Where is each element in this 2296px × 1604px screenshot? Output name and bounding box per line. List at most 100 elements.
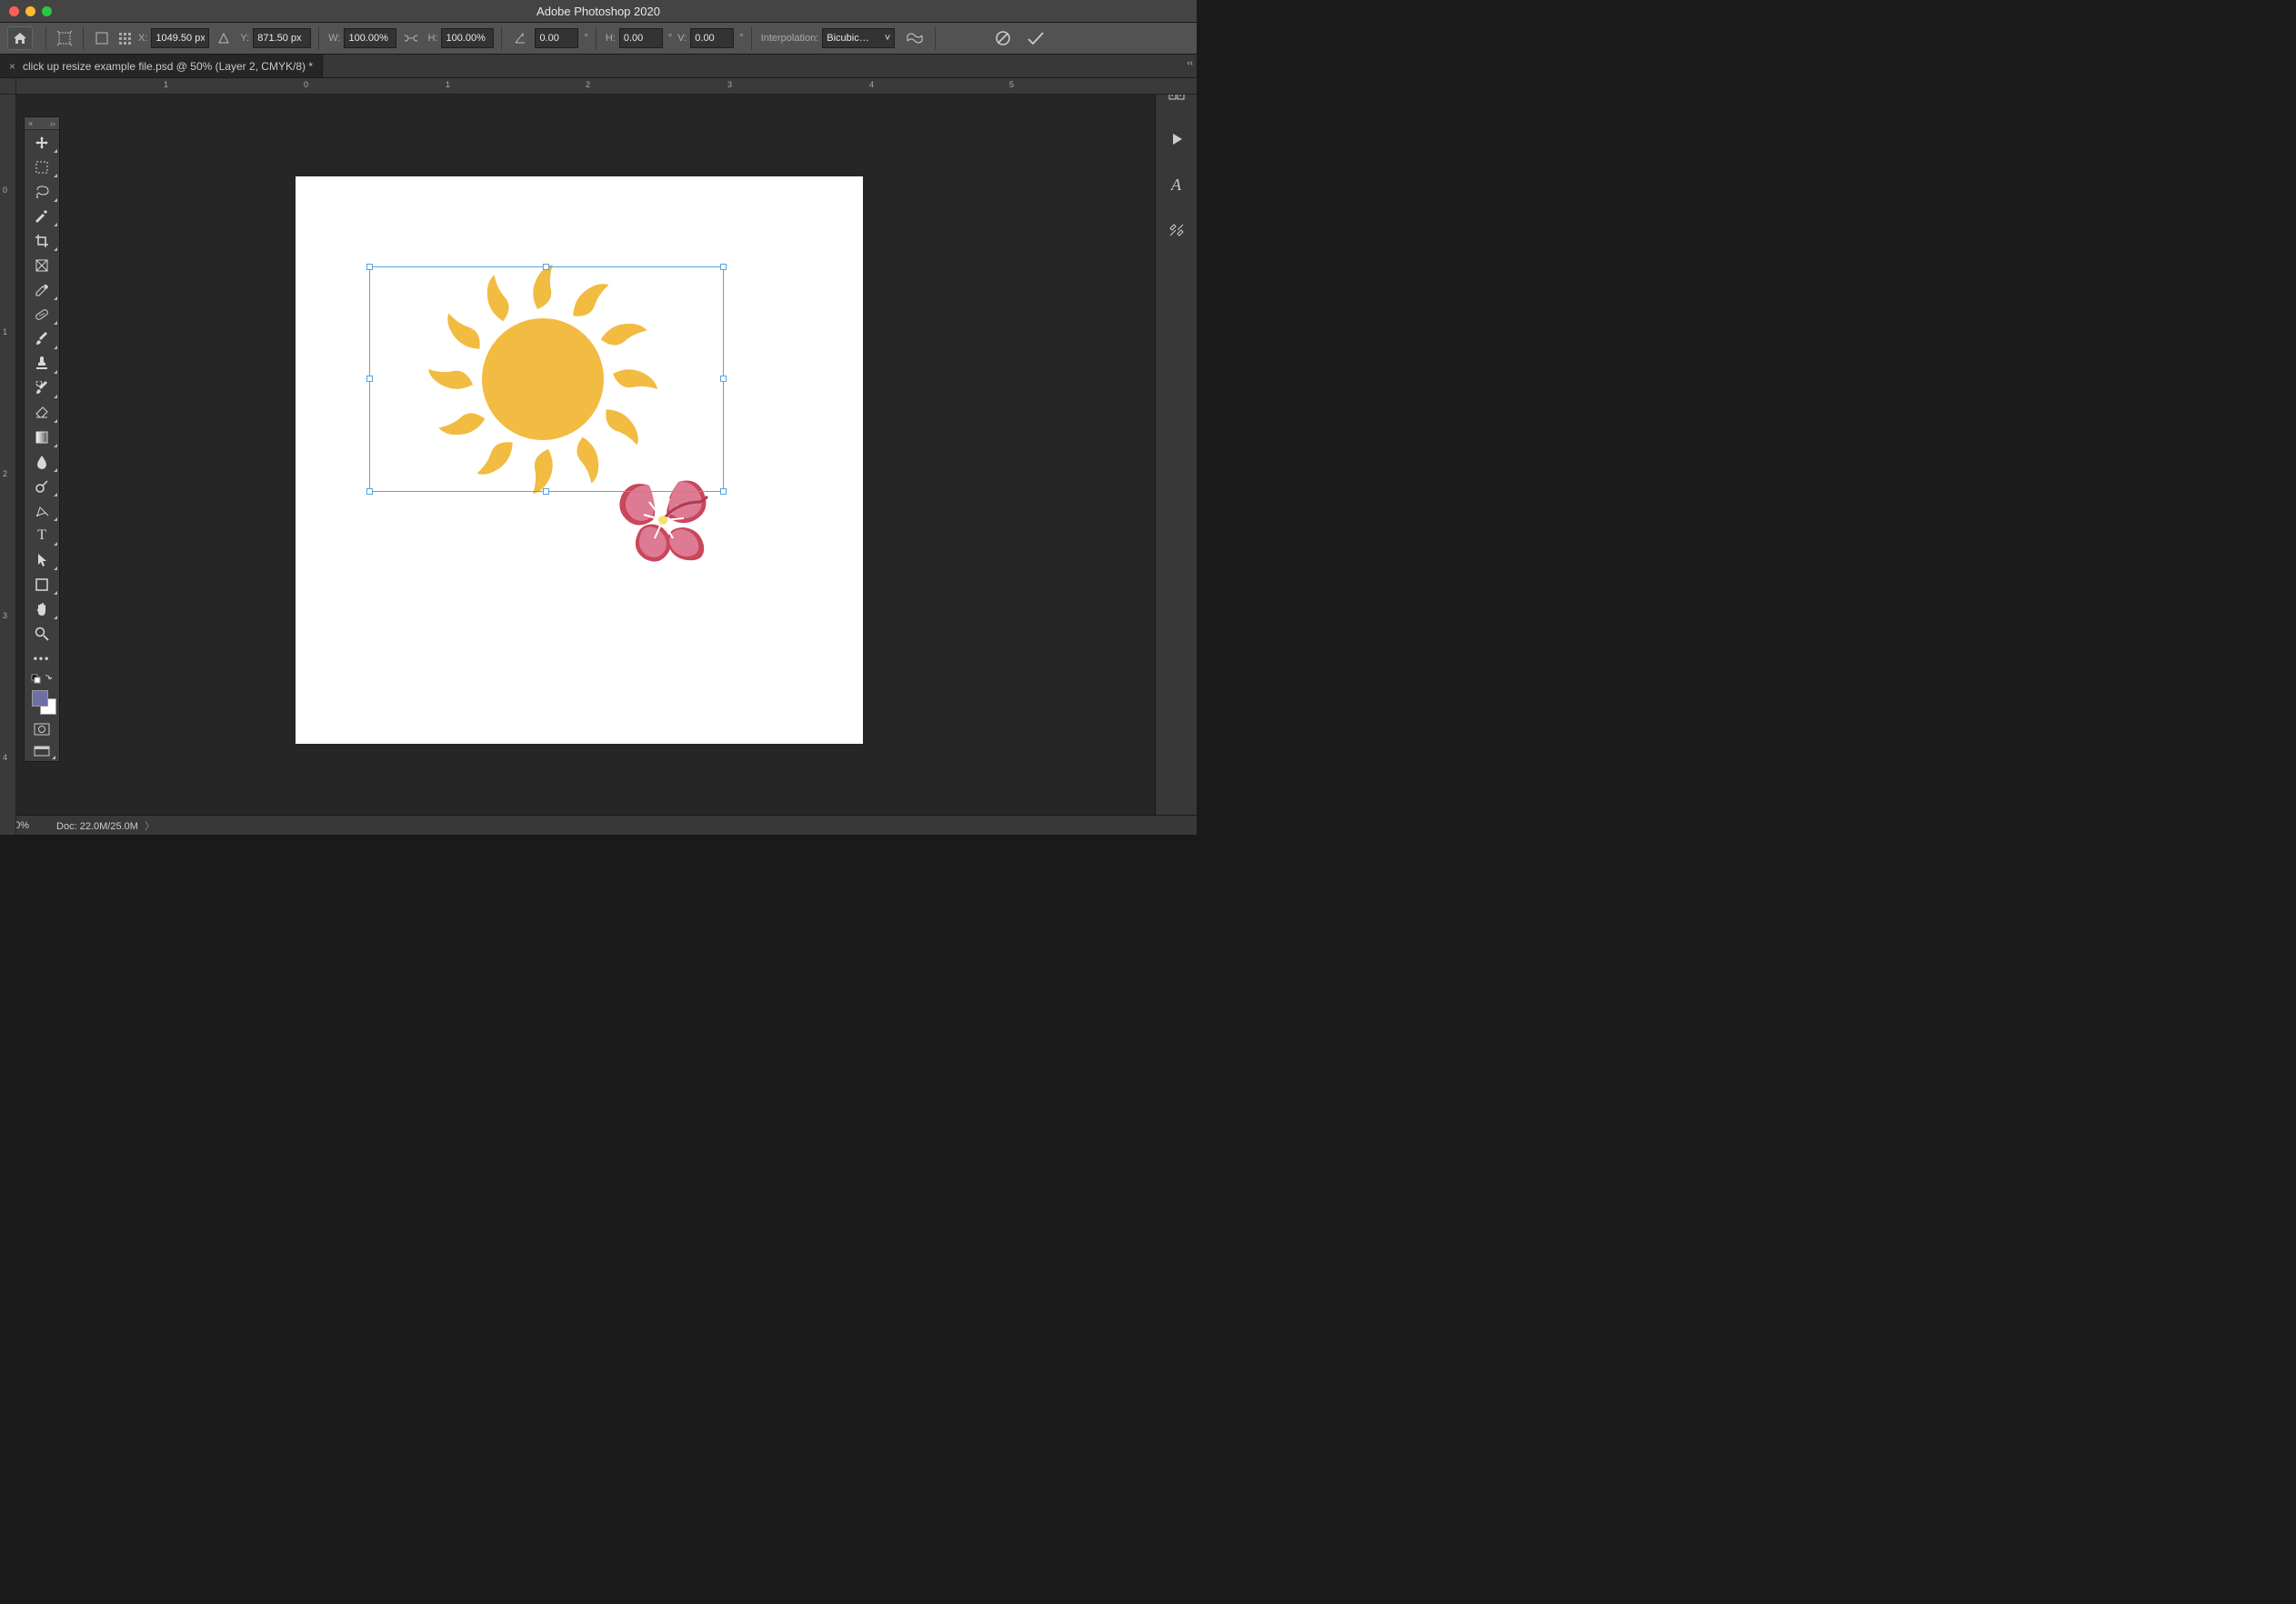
clone-stamp-tool[interactable] <box>25 351 59 376</box>
transform-handle-mr[interactable] <box>720 376 727 382</box>
document-tab-label: click up resize example file.psd @ 50% (… <box>23 60 313 73</box>
skew-h-field[interactable] <box>619 28 663 48</box>
color-swatches[interactable] <box>25 687 59 717</box>
gradient-tool[interactable] <box>25 425 59 449</box>
rotate-field[interactable] <box>535 28 578 48</box>
separator <box>45 26 46 50</box>
tools-panel-header[interactable]: × ›› <box>25 117 59 130</box>
tools-panel[interactable]: × ›› T ••• <box>24 116 60 762</box>
x-label: X: <box>138 33 147 44</box>
reference-point-grid[interactable] <box>116 27 133 49</box>
skew-v-field[interactable] <box>690 28 734 48</box>
y-label: Y: <box>240 33 249 44</box>
doc-info-caret-icon[interactable]: 〉 <box>145 821 155 832</box>
crop-tool[interactable] <box>25 228 59 253</box>
magic-wand-tool[interactable] <box>25 204 59 228</box>
doc-size[interactable]: Doc: 22.0M/25.0M <box>56 821 138 832</box>
path-select-tool[interactable] <box>25 547 59 572</box>
panel-menu-icon[interactable]: ›› <box>50 119 55 128</box>
marquee-tool[interactable] <box>25 155 59 179</box>
width-scale-field[interactable] <box>344 28 396 48</box>
app-window: Adobe Photoshop 2020 X: Y: W: H: <box>0 0 1197 835</box>
character-panel-icon[interactable]: A <box>1167 175 1187 195</box>
close-window-button[interactable] <box>9 6 19 16</box>
reference-point-icon[interactable] <box>91 27 113 49</box>
degree-label-2: ° <box>668 33 672 44</box>
edit-toolbar-button[interactable]: ••• <box>25 646 59 670</box>
screen-mode-button[interactable] <box>25 741 59 761</box>
separator <box>596 26 597 50</box>
right-panel-strip: A <box>1155 78 1197 815</box>
frame-tool[interactable] <box>25 253 59 277</box>
transform-handle-br[interactable] <box>720 488 727 495</box>
eyedropper-tool[interactable] <box>25 277 59 302</box>
rotate-icon <box>509 27 531 49</box>
move-tool[interactable] <box>25 130 59 155</box>
zoom-tool[interactable] <box>25 621 59 646</box>
ruler-corner <box>0 78 16 95</box>
delta-icon[interactable] <box>213 27 235 49</box>
cancel-transform-button[interactable] <box>992 27 1014 49</box>
document-tab-bar: × click up resize example file.psd @ 50%… <box>0 55 1197 78</box>
status-bar: 50% Doc: 22.0M/25.0M 〉 <box>0 815 1197 835</box>
transform-handle-tl[interactable] <box>366 264 373 270</box>
history-brush-tool[interactable] <box>25 376 59 400</box>
interpolation-select[interactable]: Bicubic… ˅ <box>822 28 895 48</box>
minimize-window-button[interactable] <box>25 6 35 16</box>
warp-mode-icon[interactable] <box>904 27 926 49</box>
close-tab-button[interactable]: × <box>9 60 15 73</box>
app-title: Adobe Photoshop 2020 <box>536 5 660 18</box>
interpolation-label: Interpolation: <box>761 33 819 44</box>
foreground-color-swatch[interactable] <box>32 690 48 707</box>
h-label: H: <box>427 33 437 44</box>
commit-transform-button[interactable] <box>1025 27 1047 49</box>
vertical-ruler: 01234 <box>0 95 16 835</box>
eraser-tool[interactable] <box>25 400 59 425</box>
w-label: W: <box>328 33 340 44</box>
transform-handle-ml[interactable] <box>366 376 373 382</box>
pen-tool[interactable] <box>25 498 59 523</box>
x-position-field[interactable] <box>151 28 209 48</box>
quick-mask-button[interactable] <box>25 717 59 741</box>
home-button[interactable] <box>7 26 33 50</box>
home-icon <box>13 32 27 45</box>
height-scale-field[interactable] <box>441 28 494 48</box>
skew-h-label: H: <box>606 33 616 44</box>
transform-handle-bl[interactable] <box>366 488 373 495</box>
link-aspect-icon[interactable] <box>400 27 422 49</box>
separator <box>751 26 752 50</box>
transform-handle-tr[interactable] <box>720 264 727 270</box>
type-tool[interactable]: T <box>25 523 59 547</box>
transform-handle-tc[interactable] <box>543 264 549 270</box>
chevron-down-icon: ˅ <box>885 33 890 44</box>
close-panel-icon[interactable]: × <box>28 119 33 128</box>
separator <box>83 26 84 50</box>
interpolation-value: Bicubic… <box>827 33 868 44</box>
degree-label-3: ° <box>739 33 743 44</box>
brush-tool[interactable] <box>25 326 59 351</box>
skew-v-label: V: <box>677 33 687 44</box>
dodge-tool[interactable] <box>25 474 59 498</box>
canvas-area[interactable] <box>16 95 1155 815</box>
workspace: 1012345 01234 <box>0 78 1197 835</box>
blur-tool[interactable] <box>25 449 59 474</box>
transform-tool-icon[interactable] <box>54 27 75 49</box>
maximize-window-button[interactable] <box>42 6 52 16</box>
play-action-icon[interactable] <box>1167 129 1187 149</box>
lasso-tool[interactable] <box>25 179 59 204</box>
hand-tool[interactable] <box>25 596 59 621</box>
canvas[interactable] <box>296 176 863 744</box>
options-bar: X: Y: W: H: ° H: ° V: ° Interpolation: B… <box>0 23 1197 55</box>
healing-brush-tool[interactable] <box>25 302 59 326</box>
shape-tool[interactable] <box>25 572 59 596</box>
transform-bounding-box[interactable] <box>369 266 724 492</box>
default-swap-colors[interactable] <box>25 670 59 687</box>
horizontal-ruler: 1012345 <box>16 78 1197 95</box>
document-tab[interactable]: × click up resize example file.psd @ 50%… <box>0 55 323 77</box>
transform-handle-bc[interactable] <box>543 488 549 495</box>
separator <box>318 26 319 50</box>
tab-overflow-icon[interactable]: ‹‹ <box>1187 58 1193 68</box>
separator <box>935 26 936 50</box>
tools-panel-icon[interactable] <box>1167 220 1187 240</box>
y-position-field[interactable] <box>253 28 311 48</box>
